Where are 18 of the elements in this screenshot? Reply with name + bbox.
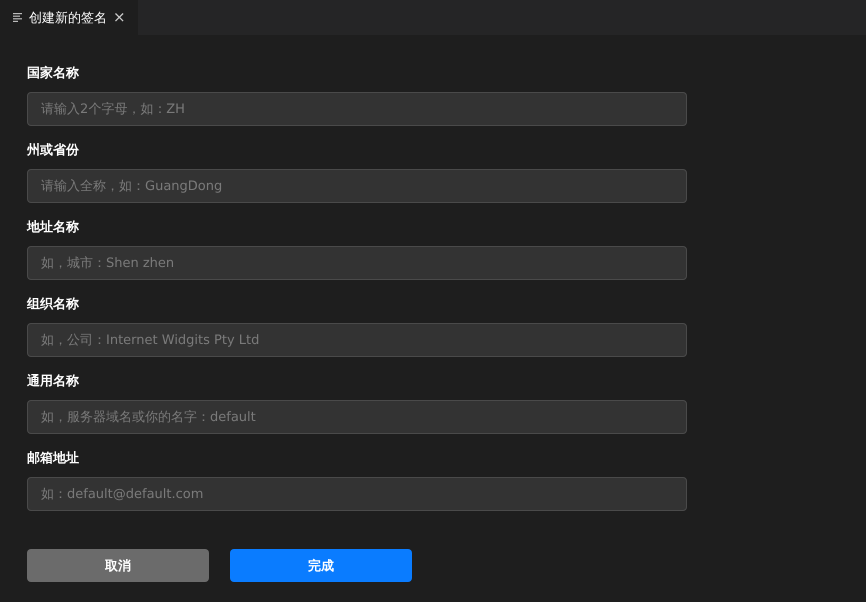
input-field[interactable]: 如，公司：Internet Widgits Pty Ltd xyxy=(27,323,687,357)
field-label: 组织名称 xyxy=(27,296,80,314)
cancel-button[interactable]: 取消 xyxy=(27,549,209,582)
done-button[interactable]: 完成 xyxy=(230,549,412,582)
field-label: 州或省份 xyxy=(27,142,80,160)
input-field[interactable]: 如：default@default.com xyxy=(27,477,687,511)
editor-tab[interactable]: 创建新的签名 × xyxy=(0,0,138,35)
field-label: 地址名称 xyxy=(27,219,80,237)
close-button[interactable]: × xyxy=(113,10,126,25)
input-field[interactable]: 请输入全称，如：GuangDong xyxy=(27,169,687,203)
input-field[interactable]: 如，城市：Shen zhen xyxy=(27,246,687,280)
field-label: 通用名称 xyxy=(27,373,80,391)
field-label: 邮箱地址 xyxy=(27,450,80,468)
input-field[interactable]: 如，服务器域名或你的名字：default xyxy=(27,400,687,434)
menu-icon xyxy=(13,13,23,22)
field-label: 国家名称 xyxy=(27,64,80,83)
tab-title: 创建新的签名 xyxy=(29,10,107,26)
input-field[interactable]: 请输入2个字母，如：ZH xyxy=(27,92,687,126)
